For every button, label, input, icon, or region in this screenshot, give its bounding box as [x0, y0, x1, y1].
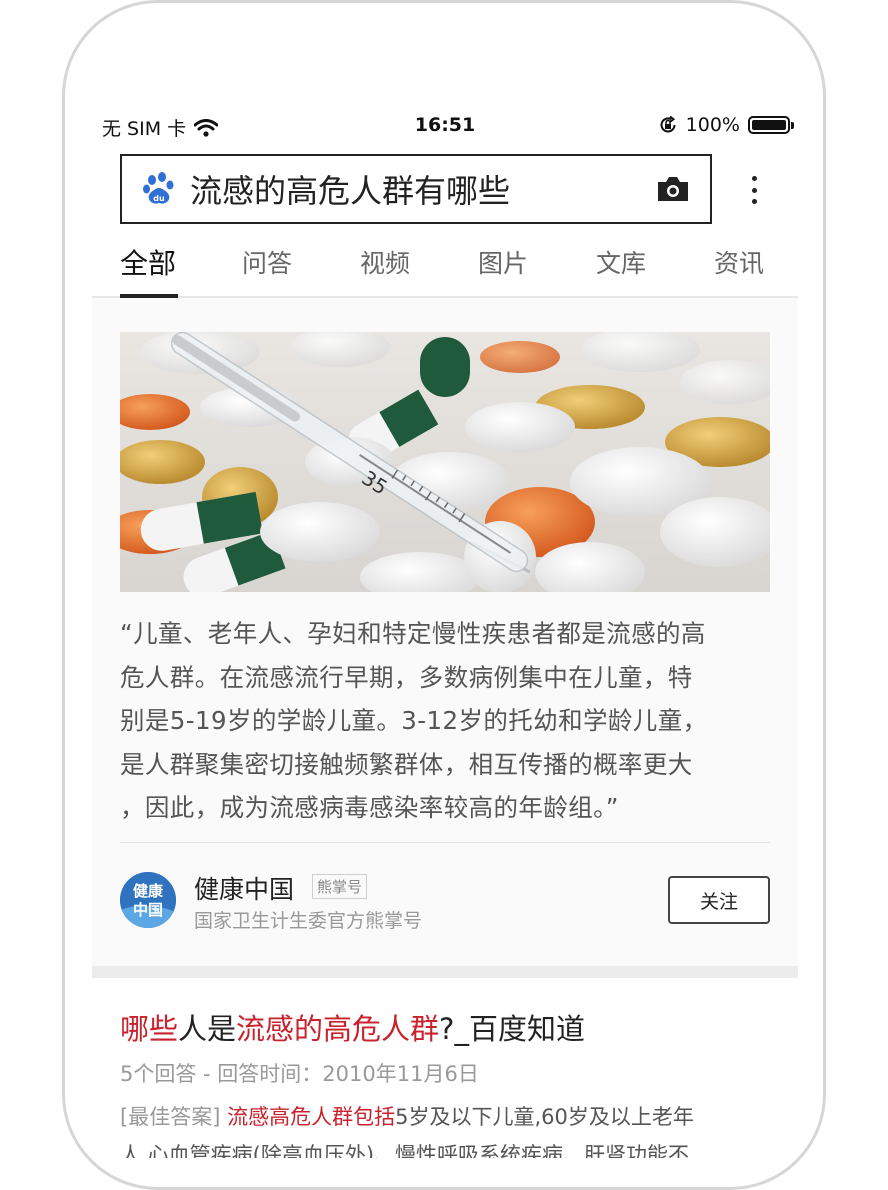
- tab-news[interactable]: 资讯: [714, 244, 764, 280]
- section-separator: [92, 966, 798, 978]
- quote-line: 别是5-19岁的学龄儿童。3-12岁的托幼和学龄儿童，: [120, 706, 708, 735]
- tab-qa[interactable]: 问答: [242, 244, 292, 280]
- quote-line: 危人群。在流感流行早期，多数病例集中在儿童，特: [120, 662, 693, 692]
- svg-text:健康: 健康: [133, 882, 164, 900]
- baidu-paw-icon: du: [143, 172, 174, 204]
- title-text: 人是: [178, 1012, 237, 1046]
- rotation-lock-icon: [660, 115, 676, 133]
- card-divider: [120, 842, 770, 843]
- title-highlight: 流感的高危人群: [236, 1012, 440, 1046]
- snippet-text: 5岁及以下儿童,60岁及以上老年: [395, 1105, 694, 1129]
- search-query[interactable]: 流感的高危人群有哪些: [190, 166, 656, 212]
- snippet-line: 人,心血管疾病(除高血压外)、慢性呼吸系统疾病、肝肾功能不: [120, 1143, 690, 1158]
- svg-text:中国: 中国: [133, 901, 163, 919]
- author-logo[interactable]: 健康 中国: [120, 872, 176, 928]
- follow-button[interactable]: 关注: [668, 876, 770, 924]
- title-highlight: 哪些: [120, 1012, 179, 1046]
- pills-thermometer-illustration: 35: [120, 332, 770, 592]
- author-subtitle: 国家卫生计生委官方熊掌号: [194, 910, 423, 932]
- result-meta: 5个回答 - 回答时间：2010年11月6日: [120, 1062, 479, 1086]
- xiongzhang-badge: 熊掌号: [312, 874, 368, 899]
- status-bar: 无 SIM 卡 16:51 100%: [92, 108, 798, 146]
- screen: 无 SIM 卡 16:51 100% du 流感的高危人群有哪些 全部 问答 视…: [92, 100, 798, 1158]
- battery-percent: 100%: [685, 114, 740, 136]
- tab-all[interactable]: 全部: [120, 242, 176, 282]
- answer-quote: “儿童、老年人、孕妇和特定慢性疾患者都是流感的高 危人群。在流感流行早期，多数病…: [120, 612, 770, 830]
- tab-images[interactable]: 图片: [478, 244, 528, 280]
- more-menu-icon[interactable]: [744, 170, 764, 210]
- snippet-highlight: 流感高危人群包括: [227, 1105, 396, 1129]
- result-snippet[interactable]: [最佳答案] 流感高危人群包括5岁及以下儿童,60岁及以上老年 人,心血管疾病(…: [120, 1098, 770, 1158]
- tab-wenku[interactable]: 文库: [596, 244, 646, 280]
- tab-video[interactable]: 视频: [360, 244, 410, 280]
- best-answer-tag: [最佳答案]: [120, 1105, 221, 1129]
- title-text: ?_百度知道: [439, 1012, 585, 1046]
- search-tabs: 全部 问答 视频 图片 文库 资讯: [92, 232, 798, 298]
- status-right: 100%: [658, 114, 794, 136]
- quote-line: ，因此，成为流感病毒感染率较高的年龄组。”: [120, 793, 619, 822]
- search-box[interactable]: du 流感的高危人群有哪些: [120, 154, 712, 224]
- result-title-link[interactable]: 哪些人是流感的高危人群?_百度知道: [120, 1006, 585, 1048]
- camera-icon[interactable]: [656, 175, 690, 203]
- svg-text:du: du: [153, 194, 165, 203]
- hero-image[interactable]: 35: [120, 332, 770, 592]
- author-name[interactable]: 健康中国: [194, 870, 294, 906]
- battery-icon: [748, 116, 794, 134]
- quote-line: 是人群聚集密切接触频繁群体，相互传播的概率更大: [120, 749, 693, 779]
- quote-line: “儿童、老年人、孕妇和特定慢性疾患者都是流感的高: [120, 619, 706, 648]
